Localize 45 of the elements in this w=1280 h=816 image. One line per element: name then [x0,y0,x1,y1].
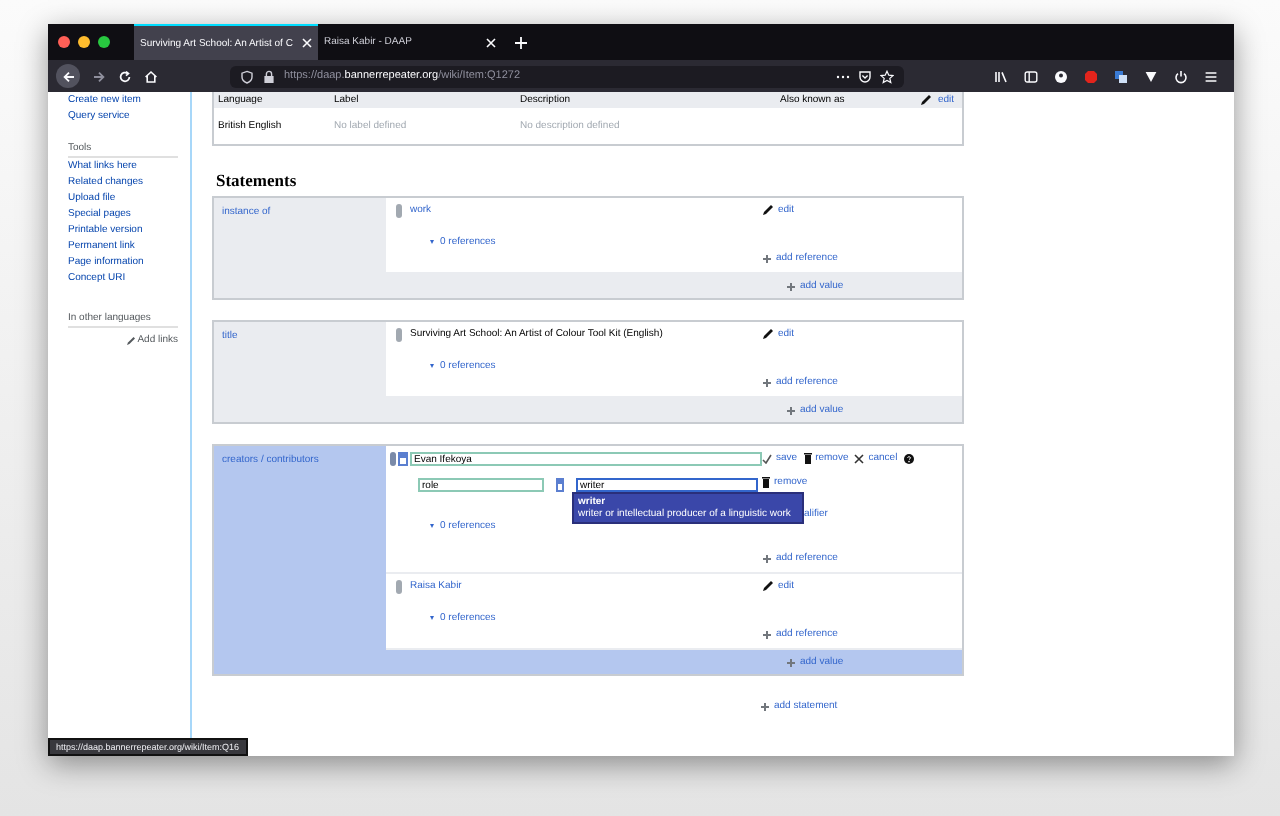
lock-icon [262,69,276,83]
trash-icon [762,476,770,488]
reload-icon [118,69,132,83]
plus-icon [762,377,772,387]
menu-icon [1204,69,1218,83]
close-icon [302,38,312,48]
entity-type-icon [556,478,564,492]
pencil-icon [762,580,774,592]
shield-icon [240,69,254,83]
window-zoom-button[interactable] [98,36,110,48]
cancel-icon [854,453,865,463]
home-icon [144,69,158,83]
plus-icon [762,253,772,263]
library-icon [994,69,1008,83]
plus-icon [786,405,796,415]
plus-icon [762,553,772,563]
v-shape-icon [1144,69,1158,83]
close-icon [486,37,496,47]
plus-icon [786,657,796,667]
window-close-button[interactable] [58,36,70,48]
trash-icon [803,452,812,464]
plus-icon [760,701,770,711]
rank-icon [395,328,401,342]
rank-icon [395,204,401,218]
pencil-icon [125,335,136,345]
account-icon [1054,69,1068,83]
arrow-right-icon [92,69,106,83]
star-icon [880,69,894,83]
extension-icon [1114,69,1128,83]
sidebar-icon [1024,69,1038,83]
rank-icon [395,580,401,594]
stop-sign-icon [1084,69,1098,83]
plus-icon [786,281,796,291]
window-minimize-button[interactable] [78,36,90,48]
pencil-icon [762,204,774,216]
help-icon [903,453,914,463]
section-heading: Statements [216,170,299,190]
pocket-icon [858,69,872,83]
power-icon [1174,69,1188,83]
pencil-icon [762,328,774,340]
arrow-left-icon [61,69,75,83]
check-icon [762,453,772,463]
plus-icon [514,35,528,49]
back-button[interactable] [56,64,80,88]
plus-icon [762,629,772,639]
